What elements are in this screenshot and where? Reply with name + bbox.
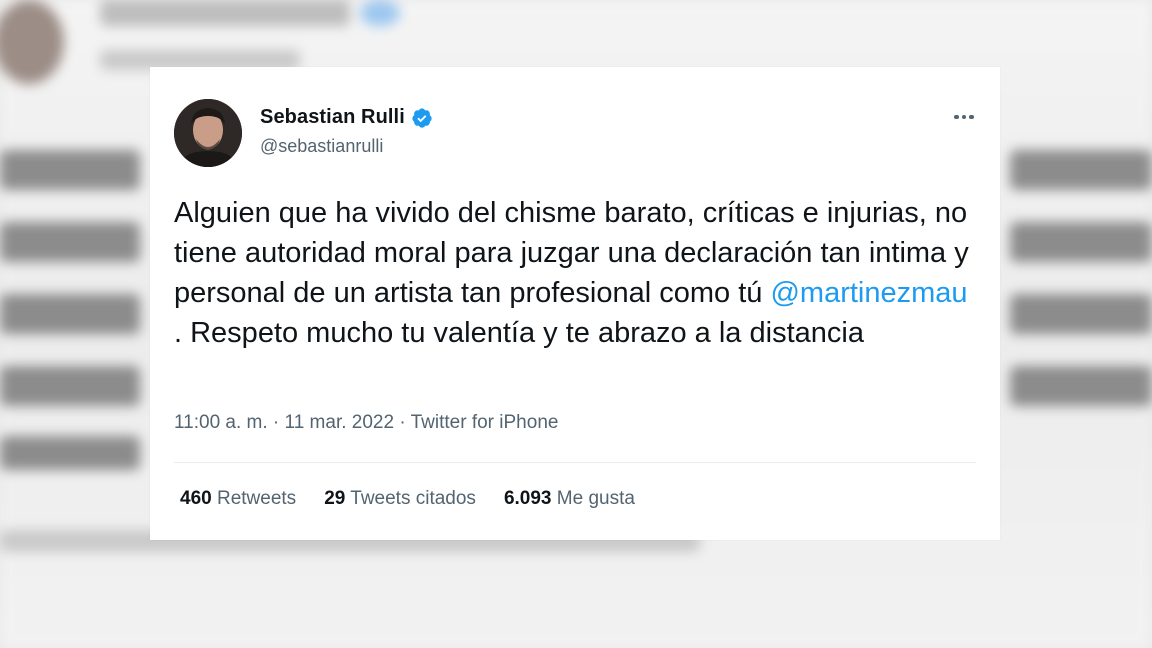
tweet-card: Sebastian Rulli @sebastianrulli Alguien … (150, 67, 1000, 540)
blurred-text-line (1010, 294, 1152, 334)
tweet-time[interactable]: 11:00 a. m. (174, 412, 268, 433)
retweets-count: 460 (180, 488, 212, 509)
blurred-verified-icon (360, 0, 400, 26)
retweets-stat[interactable]: 460 Retweets (180, 488, 296, 510)
mention-link[interactable]: @martinezmau (770, 277, 967, 309)
blurred-text-line (0, 366, 140, 406)
likes-label: Me gusta (556, 488, 635, 509)
blurred-avatar (0, 0, 64, 84)
author-name[interactable]: Sebastian Rulli (260, 106, 405, 129)
avatar[interactable] (174, 99, 242, 167)
blurred-text-line (1010, 150, 1152, 190)
blurred-name (100, 0, 350, 26)
more-dot (961, 114, 967, 120)
quotes-stat[interactable]: 29 Tweets citados (324, 488, 476, 510)
more-dot (969, 114, 974, 120)
meta-separator: · (394, 412, 411, 433)
meta-separator: · (267, 412, 285, 433)
author-handle[interactable]: @sebastianrulli (260, 136, 383, 157)
tweet-date[interactable]: 11 mar. 2022 (285, 412, 395, 433)
tweet-text: Alguien que ha vivido del chisme barato,… (174, 193, 974, 353)
tweet-source[interactable]: Twitter for iPhone (411, 412, 559, 433)
avatar-photo (174, 99, 242, 167)
blurred-text-line (0, 294, 140, 334)
tweet-meta: 11:00 a. m. · 11 mar. 2022 · Twitter for… (174, 412, 558, 434)
more-options-icon[interactable] (948, 105, 980, 129)
blurred-text-line (0, 150, 140, 190)
author-row: Sebastian Rulli (260, 106, 433, 129)
quotes-label: Tweets citados (350, 488, 476, 509)
likes-stat[interactable]: 6.093 Me gusta (504, 488, 635, 510)
divider (174, 462, 976, 463)
blurred-text-line (0, 222, 140, 262)
blurred-text-line (0, 436, 140, 470)
blurred-text-line (1010, 222, 1152, 262)
verified-badge-icon (412, 107, 432, 128)
tweet-stats: 460 Retweets 29 Tweets citados 6.093 Me … (180, 488, 635, 510)
quotes-count: 29 (324, 488, 346, 509)
retweets-label: Retweets (216, 488, 297, 509)
tweet-text-part: . Respeto mucho tu valentía y te abrazo … (174, 317, 864, 349)
likes-count: 6.093 (503, 488, 552, 509)
blurred-text-line (1010, 366, 1152, 406)
more-dot (954, 114, 959, 120)
